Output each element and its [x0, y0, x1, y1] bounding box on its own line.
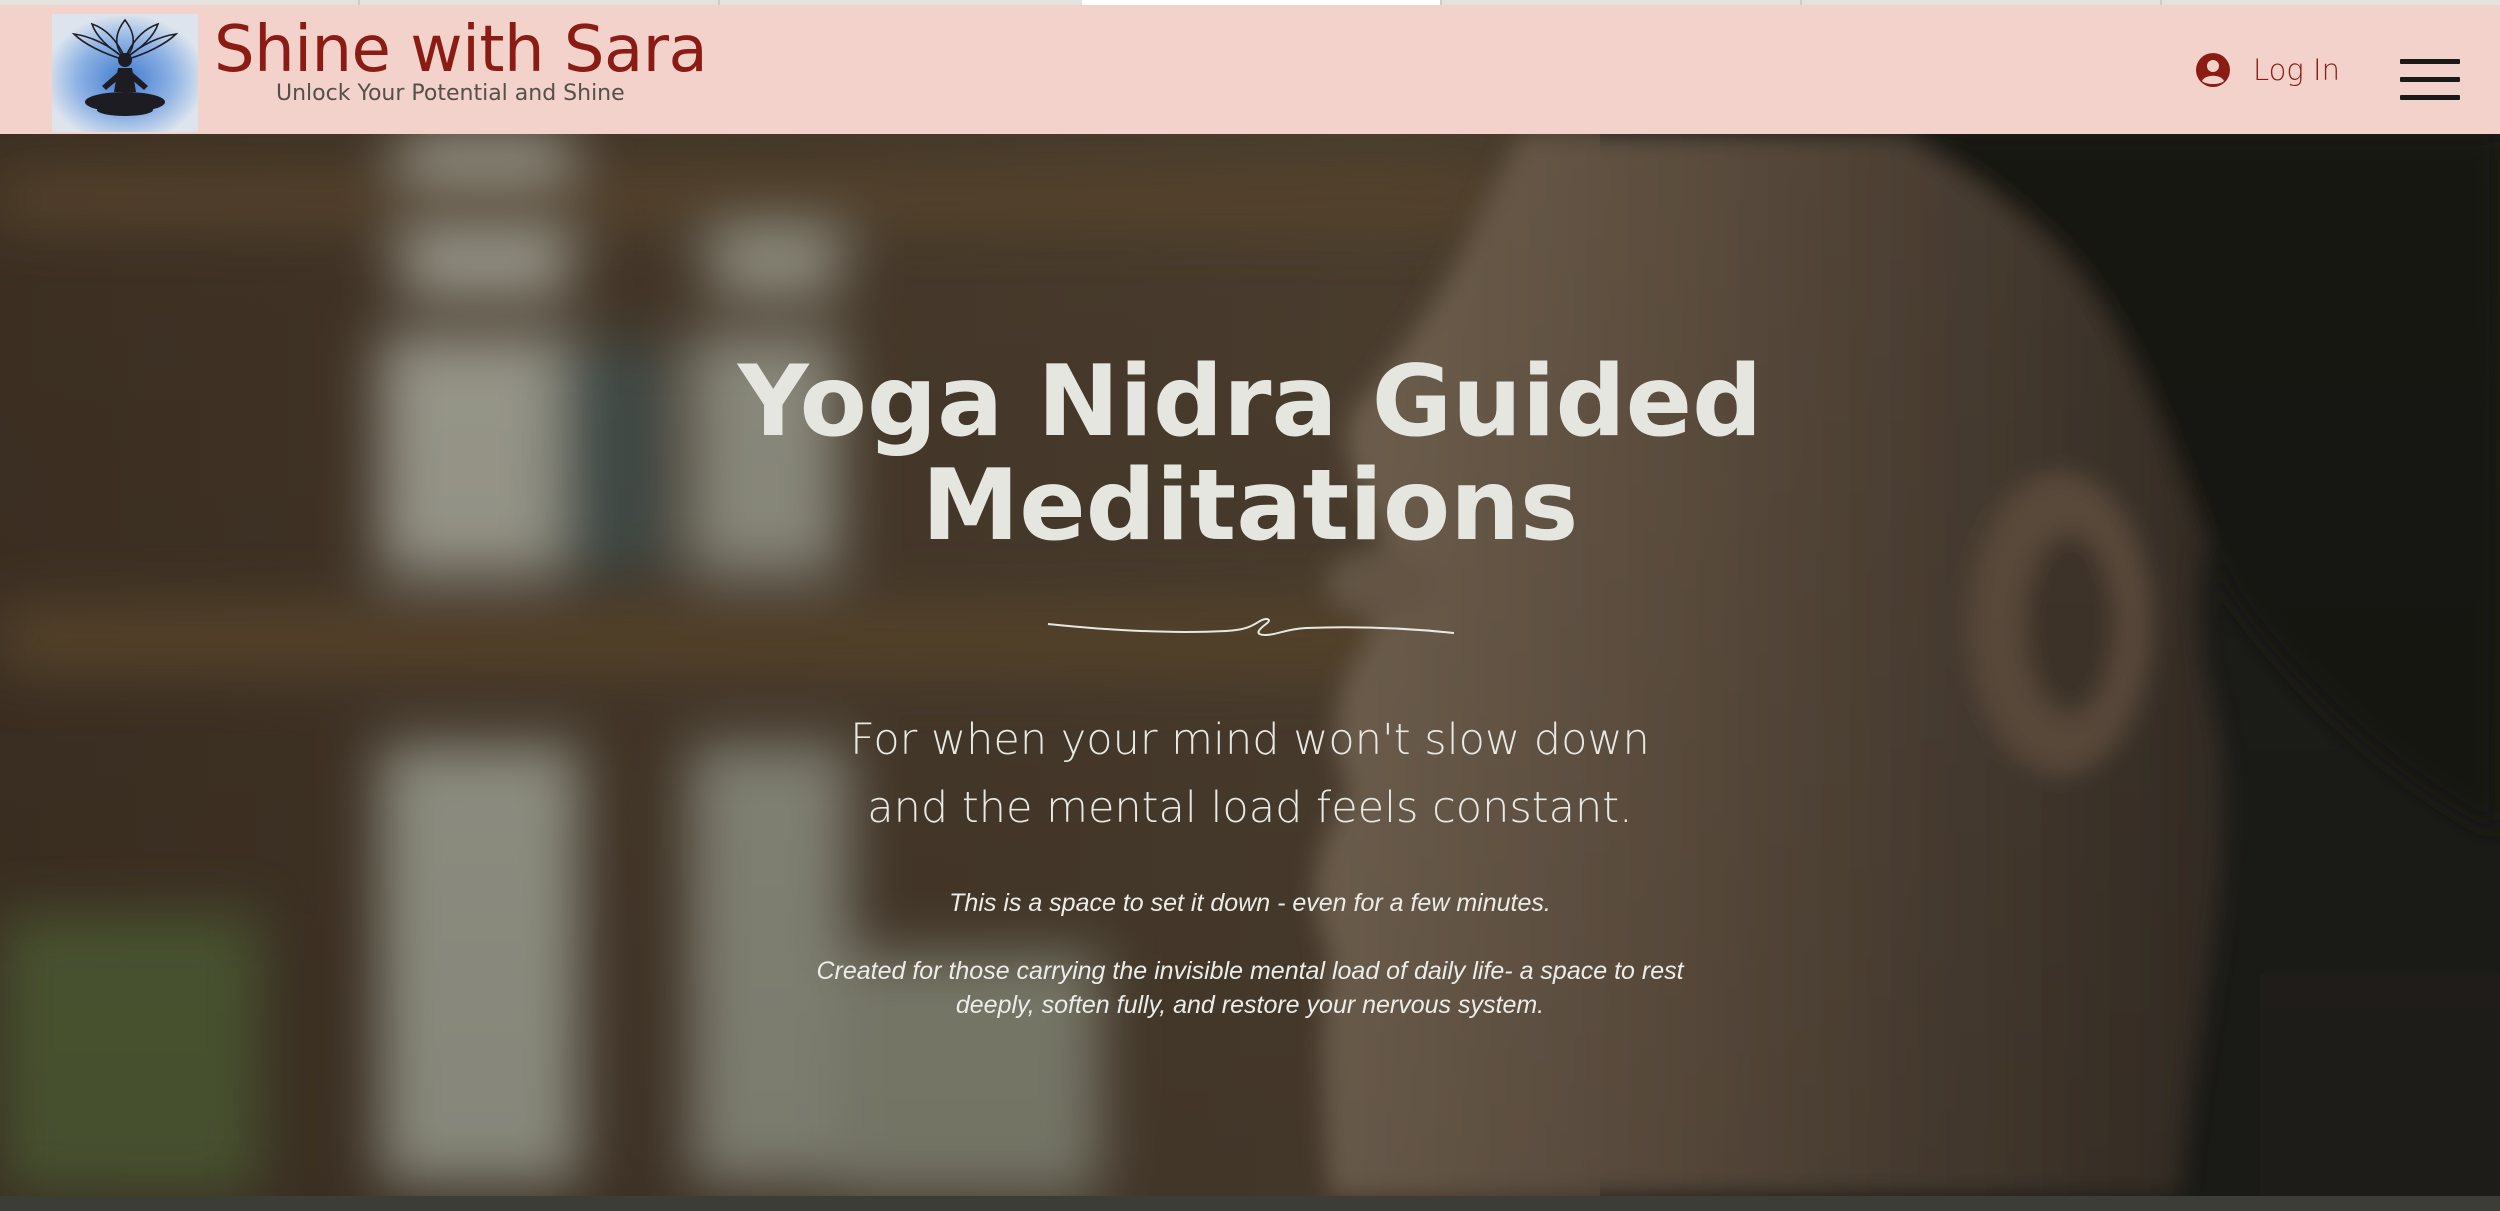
wave-divider — [1047, 618, 1455, 637]
hero-subtitle-line-1: For when your mind won't slow down — [850, 715, 1650, 765]
login-label: Log In — [2253, 53, 2340, 87]
site-header: Shine with Sara Unlock Your Potential an… — [0, 5, 2500, 134]
hero-intro-text: This is a space to set it down - even fo… — [949, 889, 1551, 917]
hero-description-text: Created for those carrying the invisible… — [816, 957, 1684, 1019]
site-title[interactable]: Shine with Sara — [214, 11, 708, 89]
section-divider-bar — [0, 1196, 2500, 1211]
hamburger-menu-icon[interactable] — [2400, 57, 2460, 101]
hero-subtitle: For when your mind won't slow down and t… — [650, 706, 1850, 842]
hero-section: Yoga Nidra Guided Meditations For when y… — [0, 134, 2500, 1196]
hero-subtitle-line-2: and the mental load feels constant. — [867, 783, 1633, 833]
user-circle-icon — [2196, 53, 2230, 87]
hero-background-image — [0, 134, 2500, 1196]
login-button[interactable]: Log In — [2195, 45, 2340, 95]
site-tagline: Unlock Your Potential and Shine — [276, 81, 625, 106]
meditation-lotus-logo-icon[interactable] — [52, 14, 198, 132]
hero-title: Yoga Nidra Guided Meditations — [737, 345, 1763, 563]
